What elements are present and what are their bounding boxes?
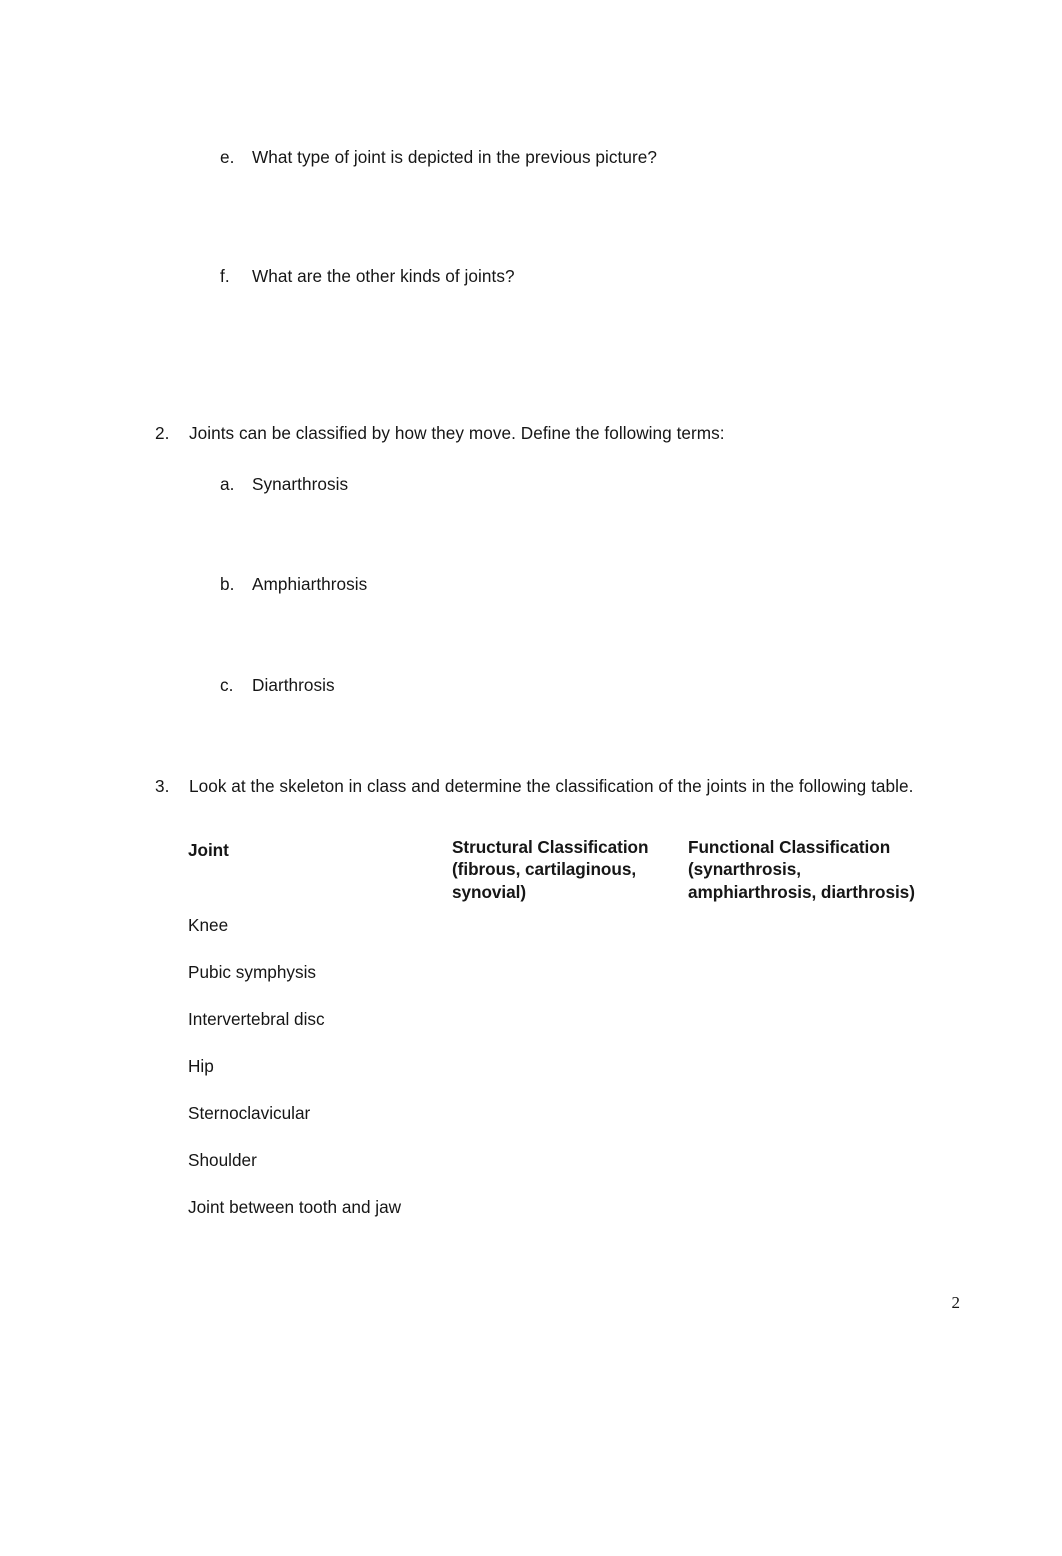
list-text-e: What type of joint is depicted in the pr… <box>252 147 657 167</box>
cell-functional-answer[interactable] <box>688 1055 933 1102</box>
table-header-row: Joint Structural Classification (fibrous… <box>188 836 948 914</box>
column-header-functional-classification: Functional Classification (synarthrosis,… <box>688 837 915 902</box>
question-2-item-c: c. Diarthrosis <box>220 674 335 697</box>
question-2-item-a: a. Synarthrosis <box>220 473 348 496</box>
cell-structural-answer[interactable] <box>452 1196 677 1243</box>
question-3: 3. Look at the skeleton in class and det… <box>155 775 913 798</box>
table-row: Hip <box>188 1055 948 1102</box>
table-row: Joint between tooth and jaw <box>188 1196 948 1243</box>
cell-structural-answer[interactable] <box>452 914 677 961</box>
column-header-joint: Joint <box>188 840 229 860</box>
question-2-text: Joints can be classified by how they mov… <box>189 423 725 443</box>
cell-structural-answer[interactable] <box>452 1055 677 1102</box>
cell-joint-name: Joint between tooth and jaw <box>188 1197 402 1217</box>
question-3-marker: 3. <box>155 776 170 796</box>
table-row: Knee <box>188 914 948 961</box>
cell-joint-name: Pubic symphysis <box>188 962 316 982</box>
cell-joint-name: Knee <box>188 915 229 935</box>
page-number: 2 <box>951 1293 961 1312</box>
cell-structural-answer[interactable] <box>452 1149 677 1196</box>
list-text-b: Amphiarthrosis <box>252 574 368 594</box>
cell-joint-name: Hip <box>188 1056 214 1076</box>
table-row: Intervertebral disc <box>188 1008 948 1055</box>
question-2-item-b: b. Amphiarthrosis <box>220 573 367 596</box>
cell-functional-answer[interactable] <box>688 1008 933 1055</box>
list-item-f: f. What are the other kinds of joints? <box>220 265 515 288</box>
table-row: Shoulder <box>188 1149 948 1196</box>
cell-joint-name: Shoulder <box>188 1150 257 1170</box>
cell-functional-answer[interactable] <box>688 1196 933 1243</box>
list-marker-c: c. <box>220 675 234 695</box>
list-marker-a: a. <box>220 474 235 494</box>
cell-structural-answer[interactable] <box>452 1102 677 1149</box>
cell-functional-answer[interactable] <box>688 1149 933 1196</box>
worksheet-page: e. What type of joint is depicted in the… <box>0 0 1062 1556</box>
question-2: 2. Joints can be classified by how they … <box>155 422 725 445</box>
list-text-c: Diarthrosis <box>252 675 335 695</box>
table-body: Knee Pubic symphysis Intervertebral disc… <box>188 914 948 1243</box>
cell-functional-answer[interactable] <box>688 961 933 1008</box>
column-header-structural-classification: Structural Classification (fibrous, cart… <box>452 837 649 902</box>
table-row: Sternoclavicular <box>188 1102 948 1149</box>
list-marker-f: f. <box>220 266 230 286</box>
list-text-a: Synarthrosis <box>252 474 349 494</box>
list-marker-e: e. <box>220 147 235 167</box>
list-text-f: What are the other kinds of joints? <box>252 266 515 286</box>
list-marker-b: b. <box>220 574 235 594</box>
question-3-text: Look at the skeleton in class and determ… <box>189 776 914 796</box>
table-row: Pubic symphysis <box>188 961 948 1008</box>
cell-joint-name: Sternoclavicular <box>188 1103 311 1123</box>
question-2-marker: 2. <box>155 423 170 443</box>
cell-functional-answer[interactable] <box>688 1102 933 1149</box>
cell-structural-answer[interactable] <box>452 1008 677 1055</box>
joints-classification-table: Joint Structural Classification (fibrous… <box>188 836 948 1243</box>
cell-joint-name: Intervertebral disc <box>188 1009 325 1029</box>
cell-structural-answer[interactable] <box>452 961 677 1008</box>
cell-functional-answer[interactable] <box>688 914 933 961</box>
list-item-e: e. What type of joint is depicted in the… <box>220 146 657 169</box>
